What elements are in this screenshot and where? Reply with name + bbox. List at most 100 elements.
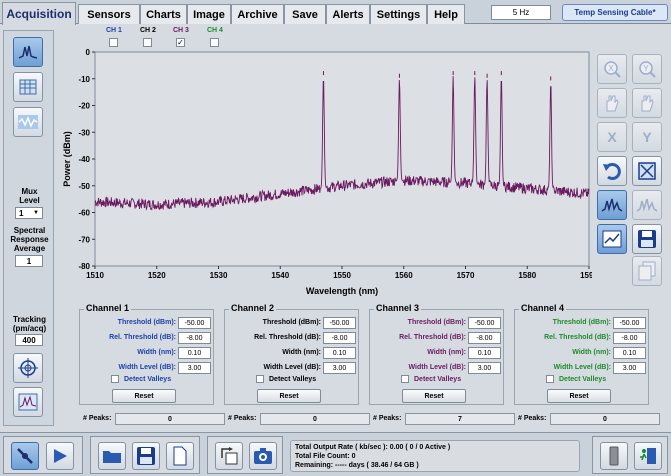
hand-y-icon xyxy=(641,95,654,112)
x-tick-label: 1570 xyxy=(457,271,475,280)
detect-valleys-checkbox[interactable] xyxy=(256,375,264,383)
channel-3-panel: Channel 3 Threshold (dBm): -50.00 Rel. T… xyxy=(369,303,504,405)
width-input[interactable]: 0.10 xyxy=(613,347,646,359)
new-file-button[interactable] xyxy=(166,442,194,470)
reset-button[interactable]: Reset xyxy=(402,389,466,403)
fit-icon xyxy=(638,162,656,180)
channel-3-title: Channel 3 xyxy=(374,303,422,313)
tab-save[interactable]: Save xyxy=(284,4,326,24)
threshold-input[interactable]: -50.00 xyxy=(178,317,211,329)
ch4-label: CH 4 xyxy=(207,27,223,34)
width-level-label: Width Level (dB): xyxy=(263,364,322,371)
spectrum-chart[interactable]: 0-10-20-30-40-50-60-70-80 1510 1520 1530 15… xyxy=(58,44,592,302)
spectrum-view-button[interactable] xyxy=(13,37,43,67)
exit-button[interactable] xyxy=(634,442,662,470)
width-input[interactable]: 0.10 xyxy=(178,347,211,359)
y-axis-label: Power (dBm) xyxy=(62,131,72,187)
width-level-label: Width Level (dB): xyxy=(118,364,177,371)
save-file-button[interactable] xyxy=(132,442,160,470)
peak-view-button[interactable] xyxy=(597,190,627,220)
y-tick-label: -30 xyxy=(78,128,90,137)
tab-image[interactable]: Image xyxy=(187,4,231,24)
waveform-view-button[interactable] xyxy=(13,107,43,137)
y-tick-label: -40 xyxy=(78,155,90,164)
threshold-input[interactable]: -50.00 xyxy=(613,317,646,329)
x-tick-label: 1520 xyxy=(148,271,166,280)
cable-button[interactable]: Temp Sensing Cable* xyxy=(562,4,668,21)
open-folder-button[interactable] xyxy=(98,442,126,470)
rel-threshold-input[interactable]: -8.00 xyxy=(468,332,501,344)
width-level-input[interactable]: 3.00 xyxy=(178,362,211,374)
y-tick-label: -80 xyxy=(78,262,90,271)
peak-spectrum-icon xyxy=(601,198,623,212)
transfer-button[interactable] xyxy=(215,442,243,470)
zoom-y-button[interactable]: Y xyxy=(632,54,662,84)
pan-y-button[interactable] xyxy=(632,88,662,118)
tab-bar: Acquisition Sensors Charts Image Archive… xyxy=(0,0,671,25)
undo-zoom-button[interactable] xyxy=(597,156,627,186)
rel-threshold-input[interactable]: -8.00 xyxy=(323,332,356,344)
threshold-input[interactable]: -50.00 xyxy=(323,317,356,329)
detect-valleys[interactable]: Detect Valleys xyxy=(401,375,461,383)
system-controls xyxy=(592,436,668,474)
tracking-input[interactable]: 400 xyxy=(15,334,43,346)
play-button[interactable] xyxy=(46,442,74,470)
zoom-x-button[interactable]: X xyxy=(597,54,627,84)
tab-sensors[interactable]: Sensors xyxy=(78,4,140,24)
tab-settings[interactable]: Settings xyxy=(370,4,427,24)
tab-help[interactable]: Help xyxy=(427,4,465,24)
file-controls xyxy=(90,436,200,474)
svg-text:Y: Y xyxy=(643,64,649,73)
tab-alerts[interactable]: Alerts xyxy=(326,4,370,24)
target-button[interactable] xyxy=(13,353,43,383)
export-chart-button[interactable] xyxy=(597,224,627,254)
smooth-view-button[interactable] xyxy=(632,190,662,220)
reset-button[interactable]: Reset xyxy=(257,389,321,403)
autoscale-x-button[interactable]: X xyxy=(597,122,627,152)
device-button[interactable] xyxy=(600,442,628,470)
rel-threshold-label: Rel. Threshold (dB): xyxy=(544,334,611,341)
connect-button[interactable] xyxy=(11,442,39,470)
spectrum-overview-button[interactable] xyxy=(13,387,43,417)
width-input[interactable]: 0.10 xyxy=(468,347,501,359)
detect-valleys-checkbox[interactable] xyxy=(401,375,409,383)
rel-threshold-input[interactable]: -8.00 xyxy=(178,332,211,344)
table-view-button[interactable] xyxy=(13,72,43,102)
y-tick-label: -70 xyxy=(78,235,90,244)
detect-valleys[interactable]: Detect Valleys xyxy=(111,375,171,383)
pan-x-button[interactable] xyxy=(597,88,627,118)
detect-valleys-label: Detect Valleys xyxy=(414,375,462,383)
chart-export-icon xyxy=(602,230,622,248)
snapshot-button[interactable] xyxy=(249,442,277,470)
width-level-input[interactable]: 3.00 xyxy=(468,362,501,374)
threshold-input[interactable]: -50.00 xyxy=(468,317,501,329)
zoom-x-icon: X xyxy=(604,61,621,78)
tab-charts[interactable]: Charts xyxy=(140,4,187,24)
reset-button[interactable]: Reset xyxy=(112,389,176,403)
detect-valleys[interactable]: Detect Valleys xyxy=(256,375,316,383)
monitor-spectrum-icon xyxy=(18,393,38,411)
fit-all-button[interactable] xyxy=(632,156,662,186)
width-label: Width (nm): xyxy=(427,349,466,356)
detect-valleys[interactable]: Detect Valleys xyxy=(546,375,606,383)
y-tick-label: -60 xyxy=(78,209,90,218)
width-level-input[interactable]: 3.00 xyxy=(613,362,646,374)
width-level-input[interactable]: 3.00 xyxy=(323,362,356,374)
output-rate-text: Total Output Rate ( kb/sec ): 0.00 ( 0 /… xyxy=(295,444,451,451)
copy-chart-button[interactable] xyxy=(632,256,662,286)
x-tick-label: 1590 xyxy=(580,271,592,280)
autoscale-y-button[interactable]: Y xyxy=(632,122,662,152)
width-input[interactable]: 0.10 xyxy=(323,347,356,359)
tab-archive[interactable]: Archive xyxy=(231,4,284,24)
save-chart-button[interactable] xyxy=(632,224,662,254)
table-icon xyxy=(19,79,37,95)
detect-valleys-checkbox[interactable] xyxy=(111,375,119,383)
spectral-average-input[interactable]: 1 xyxy=(15,255,43,267)
width-label: Width (nm): xyxy=(282,349,321,356)
detect-valleys-checkbox[interactable] xyxy=(546,375,554,383)
svg-text:X: X xyxy=(608,64,614,73)
rel-threshold-input[interactable]: -8.00 xyxy=(613,332,646,344)
reset-button[interactable]: Reset xyxy=(547,389,611,403)
mux-level-select[interactable]: 1 ▼ xyxy=(15,207,43,219)
tab-acquisition[interactable]: Acquisition xyxy=(2,2,76,25)
